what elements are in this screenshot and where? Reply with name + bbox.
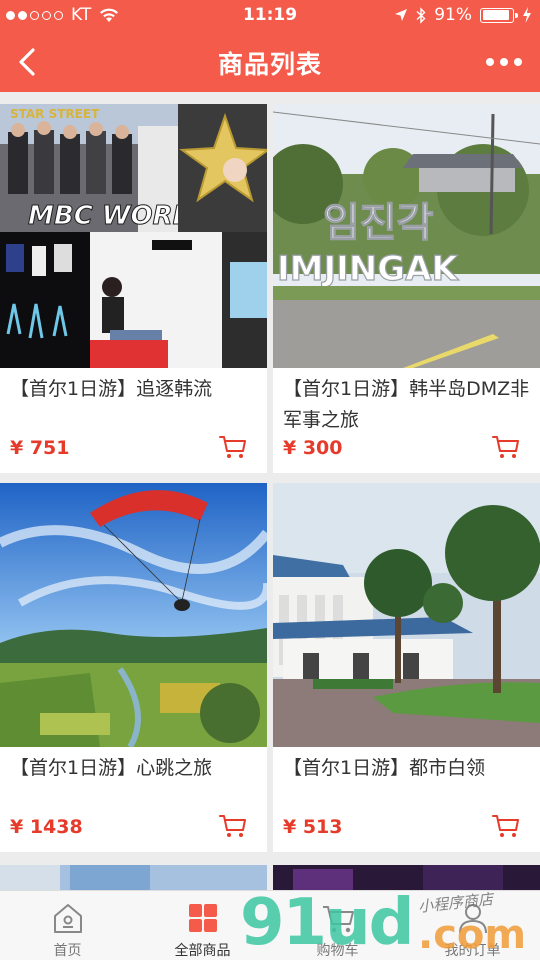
tab-all-products-label: 全部商品 <box>174 943 231 959</box>
product-image[interactable]: 임진각 IMJINGAK <box>273 104 540 368</box>
add-to-cart-icon[interactable] <box>492 813 520 839</box>
top-bar: KT 11:19 91% 商品列表 <box>0 0 540 92</box>
tab-cart[interactable]: 购物车 <box>270 891 405 960</box>
status-bar: KT 11:19 91% <box>0 0 540 32</box>
cart-icon <box>322 906 354 933</box>
imjingak-image: 임진각 IMJINGAK <box>273 104 540 368</box>
product-card[interactable]: 【首尔1日游】心跳之旅 ¥ 1438 <box>0 483 267 852</box>
add-to-cart-icon[interactable] <box>219 434 247 460</box>
product-name[interactable]: 【首尔1日游】韩半岛DMZ非军事之旅 <box>283 374 535 436</box>
charging-bolt-icon <box>523 7 531 23</box>
product-card[interactable]: 임진각 IMJINGAK 【首尔1日游】韩半岛DMZ非军事之旅 ¥ 300 <box>273 104 540 473</box>
status-right: 91% <box>394 5 532 25</box>
add-to-cart-icon[interactable] <box>492 434 520 460</box>
blue-house-image <box>273 483 540 747</box>
battery-icon <box>480 7 518 23</box>
nav-header: 商品列表 <box>0 32 540 92</box>
product-card[interactable]: 【首尔1日游】都市白领 ¥ 513 <box>273 483 540 852</box>
product-image[interactable]: STAR STREET MBC WORLD <box>0 104 267 368</box>
battery-percent: 91% <box>434 5 472 25</box>
battery-fill <box>482 10 509 20</box>
tab-cart-label: 购物车 <box>316 943 359 959</box>
tab-home-label: 首页 <box>53 943 82 959</box>
product-name[interactable]: 【首尔1日游】心跳之旅 <box>10 753 262 784</box>
grid-icon <box>188 904 217 932</box>
page-title: 商品列表 <box>217 50 322 79</box>
star-street-text: STAR STREET <box>10 107 100 121</box>
product-name[interactable]: 【首尔1日游】都市白领 <box>283 753 535 784</box>
product-card[interactable]: STAR STREET MBC WORLD 【首尔1日游】追逐韩流 ¥ 751 <box>0 104 267 473</box>
location-arrow-icon <box>395 9 408 21</box>
user-icon <box>458 904 487 934</box>
product-price: ¥ 513 <box>283 816 343 838</box>
product-image[interactable] <box>273 483 540 747</box>
add-to-cart-icon[interactable] <box>219 813 247 839</box>
tab-all-products[interactable]: 全部商品 <box>135 891 270 960</box>
product-price: ¥ 751 <box>10 437 70 459</box>
product-price: ¥ 1438 <box>10 816 83 838</box>
bluetooth-icon <box>416 6 426 24</box>
home-icon <box>53 904 82 933</box>
product-image[interactable] <box>0 483 267 747</box>
product-name[interactable]: 【首尔1日游】追逐韩流 <box>10 374 262 405</box>
imjingak-latin-text: IMJINGAK <box>277 249 459 289</box>
more-menu-icon[interactable] <box>484 50 524 74</box>
tab-my-orders[interactable]: 我的订单 <box>405 891 540 960</box>
kpop-collage-image: STAR STREET MBC WORLD <box>0 104 267 368</box>
tab-home[interactable]: 首页 <box>0 891 135 960</box>
tab-my-orders-label: 我的订单 <box>444 943 501 959</box>
product-price: ¥ 300 <box>283 437 343 459</box>
bottom-tab-bar: 首页 全部商品 购物车 我的订单 <box>0 890 540 960</box>
imjingak-hangul-text: 임진각 <box>323 200 434 246</box>
paragliding-image <box>0 483 267 747</box>
